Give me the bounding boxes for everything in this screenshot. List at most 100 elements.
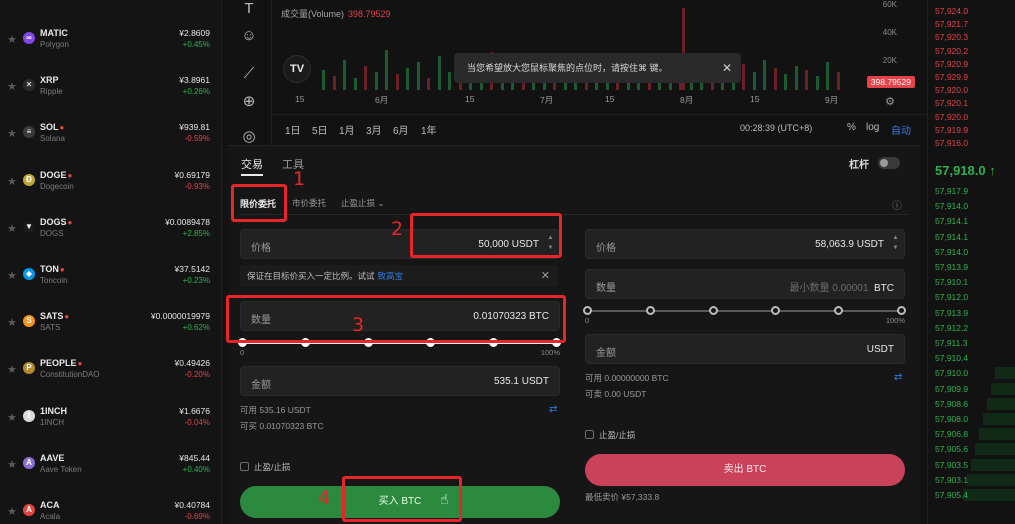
star-icon[interactable]: ★ [7, 269, 17, 282]
coin-row-aca[interactable]: ★ A ACA Acala ¥0.40784 -0.69% [0, 496, 222, 524]
bid-row[interactable]: 57,908.0 [935, 414, 968, 424]
sell-button[interactable]: 卖出 BTC [585, 454, 905, 486]
ask-row[interactable]: 57,920.3 [935, 32, 968, 42]
close-icon[interactable]: ✕ [722, 53, 732, 83]
ask-row[interactable]: 57,920.0 [935, 85, 968, 95]
slider-step-dot[interactable] [771, 306, 781, 315]
star-icon[interactable]: ★ [7, 175, 17, 188]
tab-trade[interactable]: 交易 [241, 156, 263, 172]
zoom-in-icon[interactable]: ⊕ [240, 93, 258, 111]
star-icon[interactable]: ★ [7, 127, 17, 140]
coin-row-doge[interactable]: ★ Ð DOGE● Dogecoin ¥0.69179 -0.93% [0, 166, 222, 213]
emoji-tool-icon[interactable]: ☺ [240, 27, 258, 45]
tradingview-logo[interactable]: TV [283, 55, 311, 83]
leverage-toggle[interactable] [878, 157, 900, 169]
bid-row[interactable]: 57,905.4 [935, 490, 968, 500]
percent-scale-button[interactable]: % [847, 122, 856, 133]
bid-row[interactable]: 57,910.4 [935, 353, 968, 363]
ask-row[interactable]: 57,920.0 [935, 112, 968, 122]
bid-row[interactable]: 57,913.9 [935, 262, 968, 272]
star-icon[interactable]: ★ [7, 222, 17, 235]
sell-percent-slider[interactable]: 0 100% [583, 303, 906, 325]
magnet-tool-icon[interactable]: ◎ [240, 128, 258, 146]
sell-price-field[interactable]: 价格 58,063.9 USDT ▲ ▼ [585, 229, 905, 259]
swap-icon[interactable]: ⇄ [549, 404, 557, 415]
buy-amount-field[interactable]: 金额 535.1 USDT [240, 366, 560, 396]
bid-row[interactable]: 57,912.2 [935, 323, 968, 333]
buy-available: 可用 535.16 USDT [240, 405, 311, 415]
auto-scale-button[interactable]: 自动 [891, 122, 911, 137]
star-icon[interactable]: ★ [7, 411, 17, 424]
info-icon[interactable]: ⓘ [892, 197, 902, 212]
bid-row[interactable]: 57,911.3 [935, 338, 967, 348]
range-button[interactable]: 6月 [393, 122, 409, 137]
bid-row[interactable]: 57,910.1 [935, 277, 968, 287]
ask-row[interactable]: 57,921.7 [935, 19, 968, 29]
ask-row[interactable]: 57,924.0 [935, 6, 968, 16]
ask-row[interactable]: 57,929.9 [935, 72, 968, 82]
slider-step-dot[interactable] [708, 306, 718, 315]
sell-amount-field[interactable]: 金额 USDT [585, 334, 905, 364]
swap-icon[interactable]: ⇄ [894, 372, 902, 383]
bid-row[interactable]: 57,908.6 [935, 399, 968, 409]
bid-row[interactable]: 57,914.1 [935, 232, 968, 242]
bid-row[interactable]: 57,917.9 [935, 186, 968, 196]
slider-step-dot[interactable] [897, 306, 906, 315]
slider-step-dot[interactable] [834, 306, 844, 315]
coin-row-sats[interactable]: ★ S SATS● SATS ¥0.0000019979 +0.62% [0, 307, 222, 354]
notice-link[interactable]: 致高宝 [378, 271, 404, 281]
bid-row[interactable]: 57,906.8 [935, 429, 968, 439]
range-button[interactable]: 1年 [421, 122, 437, 137]
coin-row-xrp[interactable]: ★ ✕ XRP Ripple ¥3.8961 +0.26% [0, 71, 222, 118]
order-type-stop[interactable]: 止盈止损 ⌄ [341, 197, 384, 209]
range-button[interactable]: 1日 [285, 122, 301, 137]
coin-row-aave[interactable]: ★ A AAVE Aave Token ¥845.44 +0.40% [0, 449, 222, 496]
bid-row[interactable]: 57,912.0 [935, 292, 968, 302]
order-type-market[interactable]: 市价委托 [292, 197, 326, 209]
bid-row[interactable]: 57,910.0 [935, 368, 968, 378]
coin-row-matic[interactable]: ★ ∞ MATIC Polygon ¥2.8609 +0.45% [0, 24, 222, 71]
sell-quantity-input[interactable]: 最小数量 0.00001 BTC [790, 279, 895, 294]
chart-settings-icon[interactable]: ⚙ [885, 95, 895, 108]
bid-row[interactable]: 57,905.6 [935, 444, 968, 454]
bid-row[interactable]: 57,914.0 [935, 201, 968, 211]
star-icon[interactable]: ★ [7, 316, 17, 329]
star-icon[interactable]: ★ [7, 458, 17, 471]
ruler-tool-icon[interactable]: ⟋ [240, 65, 258, 83]
range-button[interactable]: 5日 [312, 122, 328, 137]
coin-row-dogs[interactable]: ★ ▼ DOGS● DOGS ¥0.0089478 +2.85% [0, 213, 222, 260]
sell-stop-checkbox[interactable] [585, 430, 594, 439]
ask-row[interactable]: 57,920.2 [935, 46, 968, 56]
slider-step-dot[interactable] [583, 306, 592, 315]
buy-amount-value[interactable]: 535.1 USDT [494, 376, 549, 387]
bid-row[interactable]: 57,903.5 [935, 460, 968, 470]
bid-row[interactable]: 57,914.1 [935, 216, 968, 226]
price-stepper-icon[interactable]: ▲ ▼ [891, 233, 900, 255]
bid-row[interactable]: 57,913.9 [935, 308, 968, 318]
ask-row[interactable]: 57,920.1 [935, 98, 968, 108]
ask-row[interactable]: 57,916.0 [935, 138, 968, 148]
star-icon[interactable]: ★ [7, 80, 17, 93]
bid-row[interactable]: 57,914.0 [935, 247, 968, 257]
coin-row-sol[interactable]: ★ ≡ SOL● Solana ¥939.81 -0.59% [0, 118, 222, 165]
price-chart[interactable]: T ☺ ⟋ ⊕ ◎ 成交量(Volume) 398.79529 TV 当您希望放大… [222, 0, 927, 145]
star-icon[interactable]: ★ [7, 33, 17, 46]
buy-stop-checkbox[interactable] [240, 462, 249, 471]
log-scale-button[interactable]: log [866, 122, 879, 133]
coin-row-1inch[interactable]: ★ 1 1INCH 1INCH ¥1.6676 -0.04% [0, 402, 222, 449]
range-button[interactable]: 1月 [339, 122, 355, 137]
slider-step-dot[interactable] [645, 306, 655, 315]
ask-row[interactable]: 57,919.9 [935, 125, 968, 135]
coin-row-people[interactable]: ★ P PEOPLE● ConstitutionDAO ¥0.49426 -0.20% [0, 354, 222, 401]
close-icon[interactable]: ✕ [541, 265, 550, 287]
star-icon[interactable]: ★ [7, 505, 17, 518]
coin-row-ton[interactable]: ★ ◆ TON● Toncoin ¥37.5142 +0.23% [0, 260, 222, 307]
text-tool-icon[interactable]: T [240, 0, 258, 18]
sell-price-value[interactable]: 58,063.9 USDT [815, 239, 884, 250]
sell-quantity-field[interactable]: 数量 最小数量 0.00001 BTC [585, 269, 905, 299]
ask-row[interactable]: 57,920.9 [935, 59, 968, 69]
bid-row[interactable]: 57,903.1 [935, 475, 968, 485]
star-icon[interactable]: ★ [7, 363, 17, 376]
range-button[interactable]: 3月 [366, 122, 382, 137]
bid-row[interactable]: 57,909.9 [935, 384, 968, 394]
